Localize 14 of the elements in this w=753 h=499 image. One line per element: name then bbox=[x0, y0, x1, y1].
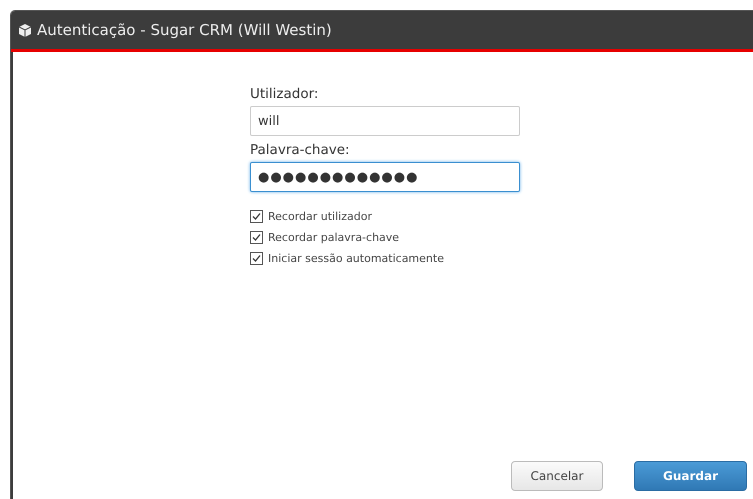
checkbox[interactable] bbox=[250, 210, 263, 223]
checkbox-label: Recordar utilizador bbox=[268, 210, 372, 223]
checkbox-label: Iniciar sessão automaticamente bbox=[268, 252, 444, 265]
cancel-button[interactable]: Cancelar bbox=[511, 461, 603, 491]
window-title: Autenticação - Sugar CRM (Will Westin) bbox=[37, 21, 332, 39]
cube-icon bbox=[19, 24, 31, 36]
checkbox-label: Recordar palavra-chave bbox=[268, 231, 400, 244]
field-label: Palavra-chave: bbox=[250, 142, 351, 158]
field-label: Utilizador: bbox=[250, 86, 320, 102]
input-field[interactable]: will bbox=[250, 106, 520, 136]
input-field[interactable]: ●●●●●●●●●●●●● bbox=[250, 162, 520, 192]
checkbox[interactable] bbox=[250, 231, 263, 244]
save-button[interactable]: Guardar bbox=[634, 461, 747, 491]
checkbox[interactable] bbox=[250, 252, 263, 265]
